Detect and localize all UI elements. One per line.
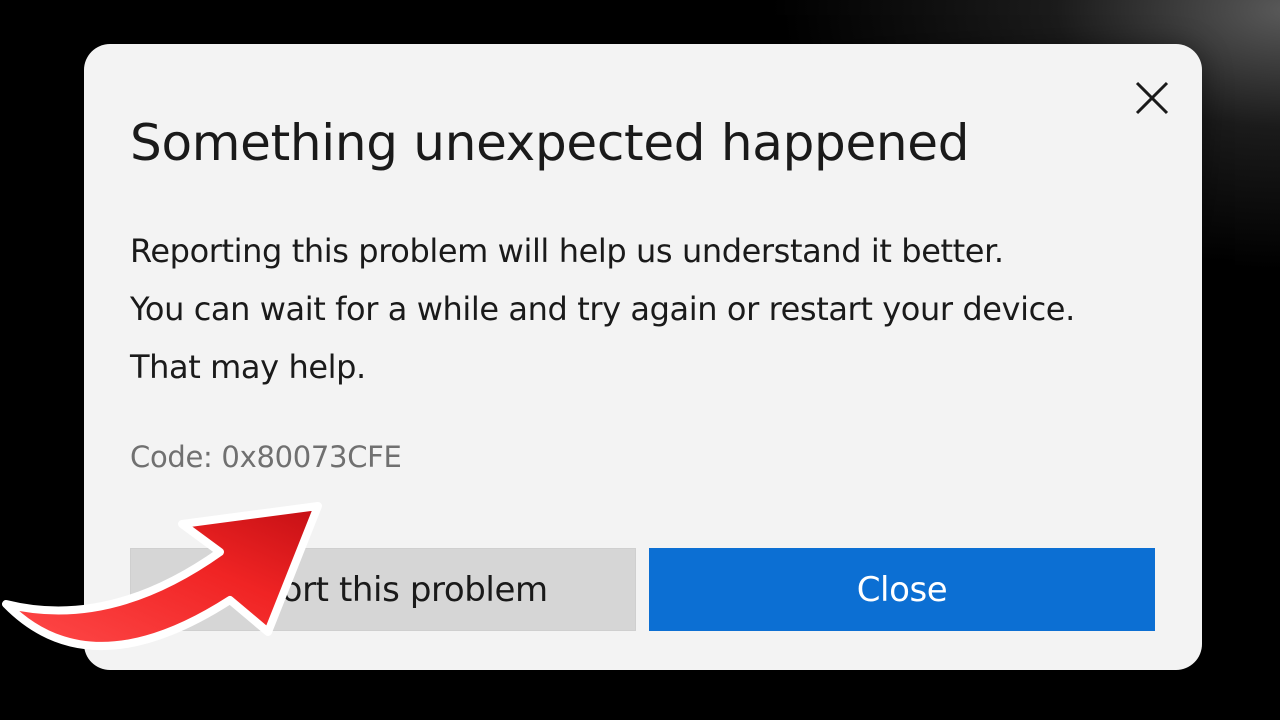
dialog-message: Reporting this problem will help us unde… xyxy=(130,222,1075,396)
dialog-title: Something unexpected happened xyxy=(130,114,970,172)
close-button[interactable]: Close xyxy=(649,548,1155,631)
report-problem-button[interactable]: Report this problem xyxy=(130,548,636,631)
close-x-icon[interactable] xyxy=(1132,78,1172,118)
message-line-2: You can wait for a while and try again o… xyxy=(130,290,1075,328)
message-line-3: That may help. xyxy=(130,348,366,386)
error-code: Code: 0x80073CFE xyxy=(130,440,402,474)
error-dialog: Something unexpected happened Reporting … xyxy=(84,44,1202,670)
message-line-1: Reporting this problem will help us unde… xyxy=(130,232,1004,270)
